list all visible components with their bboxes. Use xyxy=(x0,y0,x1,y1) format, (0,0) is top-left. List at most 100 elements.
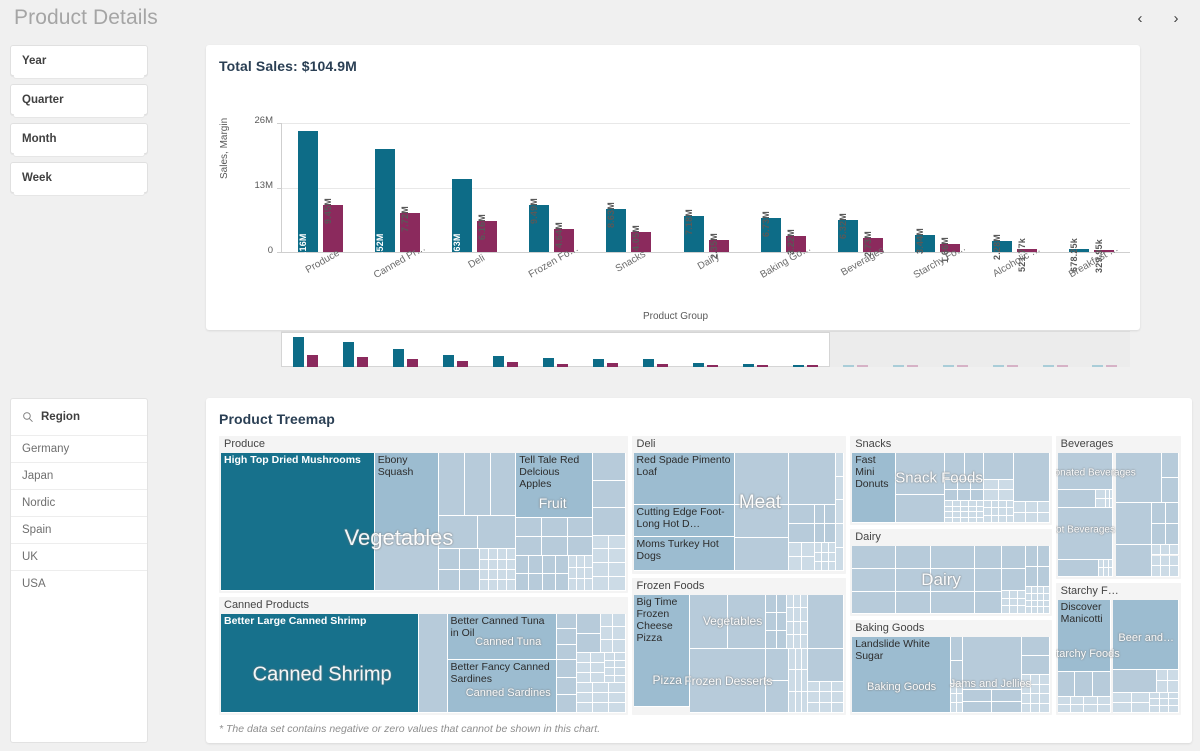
treemap-tile[interactable] xyxy=(1040,684,1050,695)
treemap-tile[interactable] xyxy=(516,573,530,591)
treemap-tile[interactable] xyxy=(507,580,517,591)
region-item[interactable]: Germany xyxy=(11,435,147,462)
treemap-tile[interactable] xyxy=(962,637,1022,691)
treemap-tile[interactable] xyxy=(1025,512,1038,524)
treemap-tile[interactable] xyxy=(974,569,1003,592)
treemap-tile[interactable] xyxy=(1161,555,1171,567)
treemap-tile[interactable] xyxy=(984,515,992,524)
treemap-tile[interactable] xyxy=(1165,523,1179,545)
treemap-tile[interactable] xyxy=(479,559,489,571)
treemap-tile[interactable] xyxy=(439,453,466,517)
treemap-tile[interactable] xyxy=(1149,692,1160,700)
treemap-tile[interactable] xyxy=(835,453,845,477)
treemap-tile[interactable] xyxy=(1152,544,1162,556)
treemap-tile[interactable] xyxy=(814,505,826,525)
treemap-tile[interactable] xyxy=(1002,568,1026,592)
treemap-tile[interactable] xyxy=(1159,699,1170,707)
treemap-tile[interactable] xyxy=(601,640,614,654)
treemap-tile[interactable] xyxy=(734,453,790,506)
treemap-tile[interactable] xyxy=(895,591,932,615)
treemap-tile[interactable]: Big Time Frozen Cheese Pizza xyxy=(633,594,691,708)
treemap-tile[interactable] xyxy=(808,682,821,693)
treemap-tile[interactable] xyxy=(728,594,767,649)
treemap-tile[interactable] xyxy=(1025,502,1038,513)
treemap-tile[interactable] xyxy=(568,567,577,580)
treemap-tile[interactable] xyxy=(1043,600,1050,608)
treemap-tile[interactable] xyxy=(1113,702,1132,713)
treemap-tile[interactable] xyxy=(576,703,594,713)
treemap-tile[interactable] xyxy=(776,594,788,613)
treemap-tile[interactable] xyxy=(556,629,577,645)
treemap-tile[interactable] xyxy=(835,524,845,548)
bar-group[interactable]: 6.32M 2.73M xyxy=(822,123,899,257)
treemap-tile[interactable] xyxy=(802,557,815,572)
treemap-tile[interactable] xyxy=(576,663,592,674)
treemap-tile[interactable] xyxy=(576,556,586,568)
treemap-tile[interactable] xyxy=(976,517,985,524)
treemap[interactable]: Produce High Top Dried Mushrooms Ebony Squ… xyxy=(219,436,1182,715)
treemap-tile[interactable] xyxy=(962,701,993,713)
treemap-tile[interactable] xyxy=(609,683,626,694)
treemap-tile[interactable] xyxy=(690,594,729,649)
bar-margin[interactable]: 6.16M xyxy=(477,214,498,252)
treemap-tile[interactable] xyxy=(1152,523,1166,545)
treemap-tile[interactable] xyxy=(488,580,499,591)
treemap-tile[interactable] xyxy=(593,453,626,481)
treemap-tile[interactable] xyxy=(734,538,790,572)
treemap-tile[interactable] xyxy=(971,490,985,501)
treemap-tile[interactable] xyxy=(488,549,499,560)
treemap-tile[interactable] xyxy=(1084,697,1098,706)
treemap-tile[interactable] xyxy=(1031,694,1041,704)
treemap-tile[interactable] xyxy=(808,594,845,649)
treemap-tile[interactable] xyxy=(609,563,626,577)
treemap-tile[interactable] xyxy=(498,580,508,591)
treemap-tile[interactable] xyxy=(1057,672,1076,698)
treemap-tile[interactable] xyxy=(690,649,767,713)
treemap-tile[interactable] xyxy=(999,508,1007,516)
treemap-tile[interactable] xyxy=(1113,670,1158,693)
treemap-tile[interactable] xyxy=(808,702,821,713)
treemap-tile[interactable] xyxy=(1021,637,1050,657)
treemap-tile[interactable]: Red Spade Pimento Loaf xyxy=(633,453,735,506)
treemap-tile[interactable] xyxy=(1108,559,1114,569)
bar-group[interactable]: 20.52M 7.72M xyxy=(359,123,436,265)
treemap-tile[interactable] xyxy=(794,635,802,649)
treemap-tile[interactable] xyxy=(477,516,517,550)
bar-sales[interactable]: 24.16M xyxy=(298,131,319,265)
bar-sales[interactable]: 14.63M xyxy=(452,178,473,265)
treemap-tile[interactable] xyxy=(1170,555,1179,567)
treemap-tile[interactable] xyxy=(541,517,568,538)
treemap-tile[interactable] xyxy=(439,516,478,550)
region-item[interactable]: Japan xyxy=(11,462,147,489)
treemap-tile[interactable] xyxy=(488,570,499,581)
treemap-tile[interactable] xyxy=(1115,502,1153,545)
treemap-tile[interactable] xyxy=(1161,544,1171,556)
treemap-tile[interactable] xyxy=(794,594,802,609)
treemap-tile[interactable] xyxy=(1057,507,1114,560)
treemap-tile[interactable] xyxy=(1040,675,1050,685)
bar-margin[interactable]: 9.45M xyxy=(323,198,344,252)
treemap-tile[interactable] xyxy=(766,649,790,681)
treemap-tile[interactable] xyxy=(479,549,489,560)
treemap-tile[interactable] xyxy=(789,505,815,525)
treemap-tile[interactable] xyxy=(1057,453,1114,491)
filter-button-year[interactable]: Year xyxy=(10,45,148,79)
treemap-tile[interactable] xyxy=(832,702,845,713)
treemap-group-starchy-f-[interactable]: Starchy F… Discover Manicotti Starchy Food… xyxy=(1055,583,1182,715)
bar-sales[interactable]: 6.73M xyxy=(760,211,781,252)
treemap-tile[interactable] xyxy=(974,591,1003,615)
treemap-tile[interactable] xyxy=(1161,566,1171,577)
treemap-tile[interactable] xyxy=(498,549,508,560)
treemap-tile[interactable] xyxy=(601,613,614,627)
treemap-tile[interactable] xyxy=(609,535,626,550)
treemap-tile[interactable] xyxy=(1170,566,1179,577)
treemap-tile[interactable] xyxy=(529,556,543,574)
treemap-tile[interactable]: High Top Dried Mushrooms xyxy=(221,453,375,591)
treemap-tile[interactable] xyxy=(374,535,440,591)
treemap-tile[interactable] xyxy=(576,693,594,704)
treemap-tile[interactable] xyxy=(1108,568,1114,577)
treemap-tile[interactable] xyxy=(1021,703,1032,713)
treemap-tile[interactable] xyxy=(801,608,809,622)
chevron-left-icon[interactable]: ‹ xyxy=(1130,8,1150,28)
x-axis-tick[interactable]: Alcoholic … xyxy=(976,244,1053,303)
